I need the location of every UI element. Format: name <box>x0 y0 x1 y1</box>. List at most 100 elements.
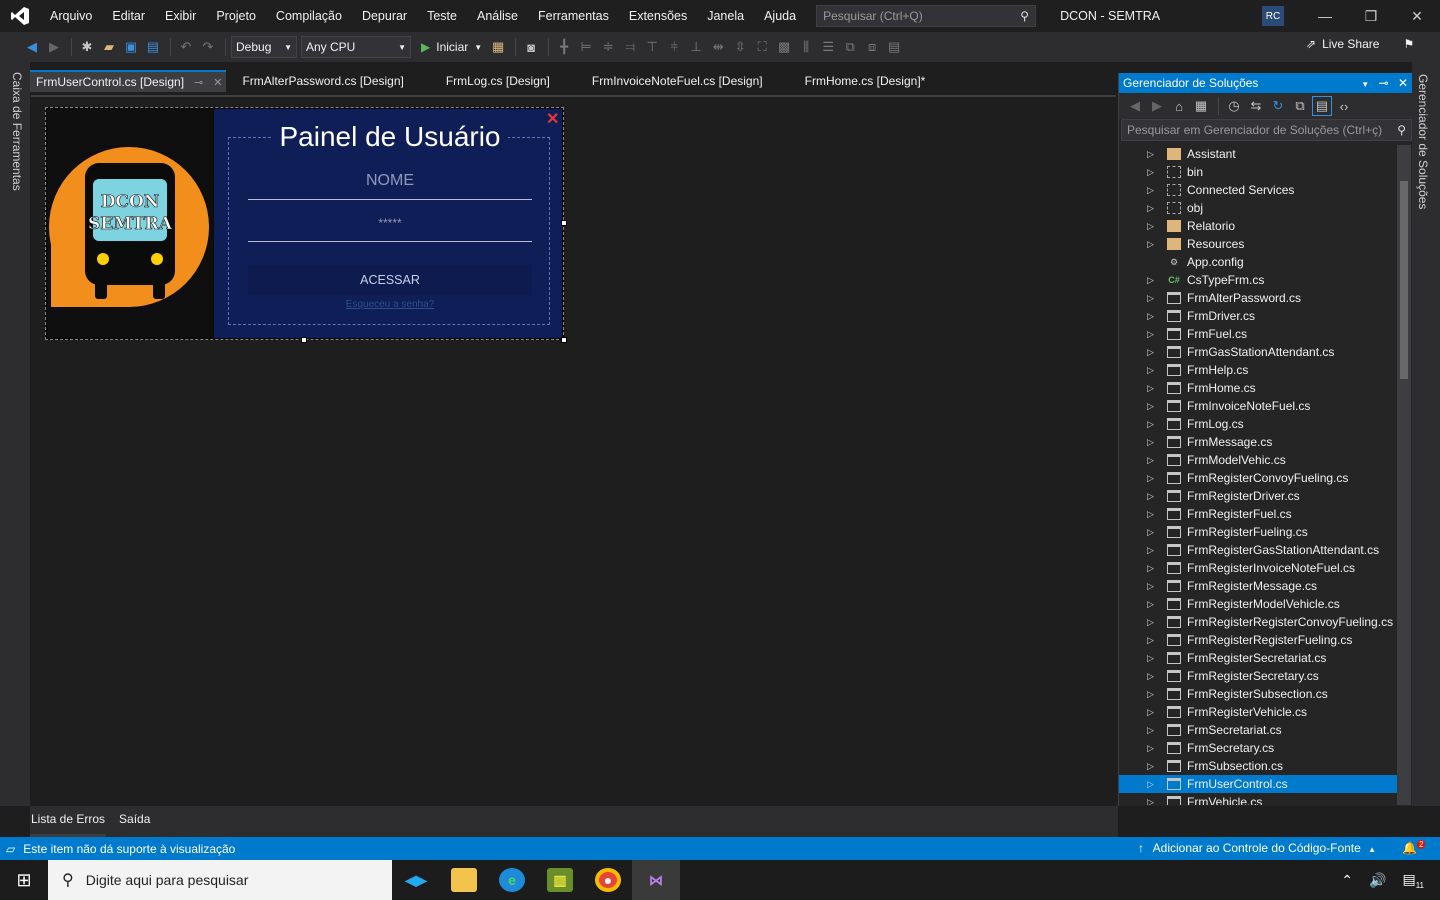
expand-arrow-icon[interactable]: ▷ <box>1147 725 1159 736</box>
forward-icon[interactable]: ▶ <box>44 37 64 57</box>
tree-item[interactable]: ▷ FrmRegisterSecretary.cs <box>1119 667 1397 685</box>
tree-item[interactable]: ▷ FrmRegisterFuel.cs <box>1119 505 1397 523</box>
tree-item[interactable]: ⚙ App.config <box>1119 253 1397 271</box>
menu-depurar[interactable]: Depurar <box>352 0 417 32</box>
expand-arrow-icon[interactable]: ▷ <box>1147 635 1159 646</box>
tree-item[interactable]: ▷ FrmVehicle.cs <box>1119 793 1397 805</box>
expand-arrow-icon[interactable]: ▷ <box>1147 797 1159 806</box>
expand-arrow-icon[interactable]: ▷ <box>1147 581 1159 592</box>
edge-browser-icon[interactable]: e <box>488 860 536 900</box>
expand-arrow-icon[interactable]: ▷ <box>1147 239 1159 250</box>
start-debug-button[interactable]: ▶ Iniciar ▼ <box>421 40 482 54</box>
expand-arrow-icon[interactable]: ▷ <box>1147 545 1159 556</box>
menu-teste[interactable]: Teste <box>417 0 467 32</box>
tree-item[interactable]: ▷ FrmFuel.cs <box>1119 325 1397 343</box>
expand-arrow-icon[interactable]: ▷ <box>1147 761 1159 772</box>
snap-grid-icon[interactable]: ▩ <box>774 37 794 57</box>
expand-arrow-icon[interactable]: ▷ <box>1147 329 1159 340</box>
tab-frmlog[interactable]: FrmLog.cs [Design] <box>440 70 556 92</box>
utility-app-icon[interactable]: ▥ <box>536 860 584 900</box>
tree-item[interactable]: ▷ FrmRegisterDriver.cs <box>1119 487 1397 505</box>
expand-arrow-icon[interactable]: ▷ <box>1147 707 1159 718</box>
platform-select[interactable]: Any CPU ▼ <box>301 36 411 58</box>
scrollbar-thumb[interactable] <box>1400 181 1408 379</box>
solution-scrollbar[interactable] <box>1397 145 1411 805</box>
minimize-icon[interactable]: — <box>1302 0 1348 32</box>
menu-editar[interactable]: Editar <box>102 0 155 32</box>
align-grid-icon[interactable]: ╋ <box>554 37 574 57</box>
expand-arrow-icon[interactable]: ▷ <box>1147 293 1159 304</box>
tab-frmusercontrol[interactable]: FrmUserControl.cs [Design] ⊸ ✕ <box>30 70 227 92</box>
feedback-icon[interactable]: ⚑ <box>1403 37 1414 51</box>
align-top-icon[interactable]: ⊤ <box>642 37 662 57</box>
expand-arrow-icon[interactable]: ▷ <box>1147 563 1159 574</box>
tab-frmhome[interactable]: FrmHome.cs [Design]* <box>799 70 932 92</box>
expand-arrow-icon[interactable]: ▷ <box>1147 491 1159 502</box>
expand-arrow-icon[interactable]: ▷ <box>1147 617 1159 628</box>
tree-item[interactable]: ▷ FrmUserControl.cs <box>1119 775 1397 793</box>
tab-frmalterpassword[interactable]: FrmAlterPassword.cs [Design] <box>236 70 409 92</box>
expand-arrow-icon[interactable]: ▷ <box>1147 509 1159 520</box>
tree-item[interactable]: ▷ FrmRegisterVehicle.cs <box>1119 703 1397 721</box>
add-source-control-button[interactable]: ↑ Adicionar ao Controle do Código-Fonte … <box>1138 841 1376 855</box>
tree-item[interactable]: ▷ FrmHome.cs <box>1119 379 1397 397</box>
tree-item[interactable]: ▷ FrmSecretariat.cs <box>1119 721 1397 739</box>
build-config-select[interactable]: Debug ▼ <box>231 36 297 58</box>
expand-arrow-icon[interactable]: ▷ <box>1147 167 1159 178</box>
tree-item[interactable]: ▷ FrmDriver.cs <box>1119 307 1397 325</box>
tree-item[interactable]: ▷ FrmSubsection.cs <box>1119 757 1397 775</box>
home-icon[interactable]: ⌂ <box>1169 96 1189 116</box>
tree-item[interactable]: ▷ FrmRegisterMessage.cs <box>1119 577 1397 595</box>
taskbar-search-input[interactable]: ⚲ Digite aqui para pesquisar <box>48 860 392 900</box>
acessar-button[interactable]: ACESSAR <box>248 265 532 295</box>
dropdown-icon[interactable]: ▼ <box>1361 80 1369 89</box>
expand-arrow-icon[interactable]: ▷ <box>1147 527 1159 538</box>
same-width-icon[interactable]: ⇹ <box>708 37 728 57</box>
tree-item[interactable]: ▷ FrmRegisterConvoyFueling.cs <box>1119 469 1397 487</box>
tree-item[interactable]: ▷ FrmModelVehic.cs <box>1119 451 1397 469</box>
tab-error-list[interactable]: Lista de Erros <box>30 806 107 837</box>
tree-item[interactable]: ▷ C# CsTypeFrm.cs <box>1119 271 1397 289</box>
expand-arrow-icon[interactable]: ▷ <box>1147 347 1159 358</box>
resize-handle-right[interactable] <box>561 220 567 226</box>
windows-start-icon[interactable]: ⊞ <box>0 860 48 900</box>
forward-icon[interactable]: ▶ <box>1147 96 1167 116</box>
expand-arrow-icon[interactable]: ▷ <box>1147 275 1159 286</box>
expand-arrow-icon[interactable]: ▷ <box>1147 743 1159 754</box>
tree-item[interactable]: ▷ FrmRegisterFueling.cs <box>1119 523 1397 541</box>
view-code-icon[interactable]: ‹› <box>1334 96 1354 116</box>
resize-handle-corner[interactable] <box>561 337 567 343</box>
tree-item[interactable]: ▷ FrmRegisterGasStationAttendant.cs <box>1119 541 1397 559</box>
global-search-input[interactable]: Pesquisar (Ctrl+Q) ⚲ <box>816 5 1037 27</box>
expand-arrow-icon[interactable]: ▷ <box>1147 221 1159 232</box>
expand-arrow-icon[interactable]: ▷ <box>1147 473 1159 484</box>
undo-icon[interactable]: ↶ <box>176 37 196 57</box>
redo-icon[interactable]: ↷ <box>198 37 218 57</box>
expand-arrow-icon[interactable]: ▷ <box>1147 311 1159 322</box>
tree-item[interactable]: ▷ FrmGasStationAttendant.cs <box>1119 343 1397 361</box>
volume-icon[interactable]: 🔊 <box>1369 872 1386 889</box>
expand-arrow-icon[interactable]: ▷ <box>1147 779 1159 790</box>
account-avatar[interactable]: RC <box>1262 6 1284 26</box>
pending-changes-icon[interactable]: ◷ <box>1224 96 1244 116</box>
close-tab-icon[interactable]: ✕ <box>213 76 222 89</box>
expand-arrow-icon[interactable]: ▷ <box>1147 185 1159 196</box>
tree-item[interactable]: ▷ obj <box>1119 199 1397 217</box>
menu-extensoes[interactable]: Extensões <box>619 0 697 32</box>
menu-janela[interactable]: Janela <box>697 0 754 32</box>
align-middle-icon[interactable]: ⫩ <box>664 37 684 57</box>
name-input[interactable]: NOME <box>248 172 532 198</box>
switch-views-icon[interactable]: ▦ <box>1191 96 1211 116</box>
expand-arrow-icon[interactable]: ▷ <box>1147 419 1159 430</box>
menu-ajuda[interactable]: Ajuda <box>754 0 806 32</box>
same-size-icon[interactable]: ⛶ <box>752 37 772 57</box>
align-center-icon[interactable]: ≑ <box>598 37 618 57</box>
forgot-password-link[interactable]: Esqueceu a senha? <box>248 299 532 310</box>
notification-center-icon[interactable]: ▤11 <box>1402 871 1424 890</box>
tree-item[interactable]: ▷ FrmRegisterInvoiceNoteFuel.cs <box>1119 559 1397 577</box>
tree-item[interactable]: ▷ FrmMessage.cs <box>1119 433 1397 451</box>
same-height-icon[interactable]: ⇳ <box>730 37 750 57</box>
save-all-icon[interactable]: ▤ <box>143 37 163 57</box>
refresh-icon[interactable]: ↻ <box>1268 96 1288 116</box>
expand-arrow-icon[interactable]: ▷ <box>1147 437 1159 448</box>
